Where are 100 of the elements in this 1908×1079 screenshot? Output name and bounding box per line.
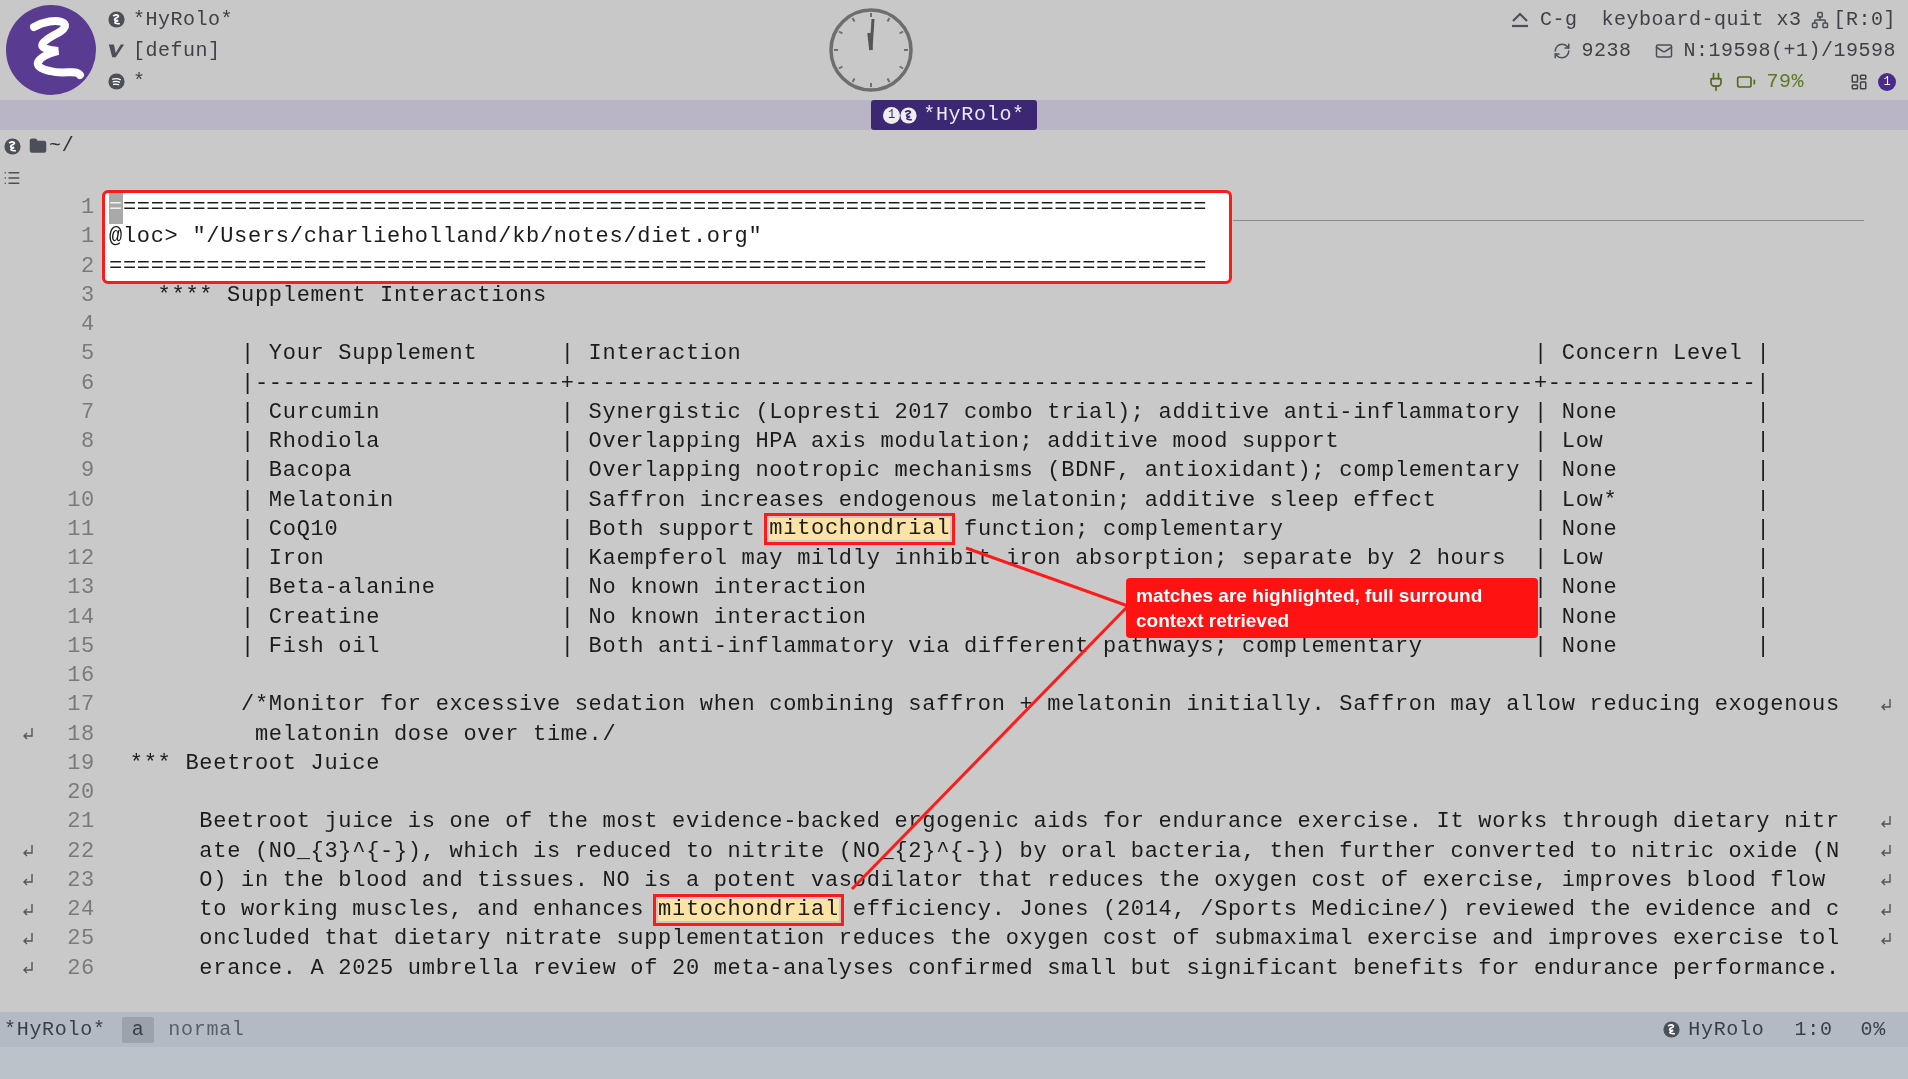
- clock-icon: [828, 7, 915, 93]
- line-number: 7: [80, 398, 95, 427]
- text-line: | Both support: [560, 515, 757, 544]
- line-number: 19: [66, 749, 95, 778]
- text-line: | None: [1534, 515, 1618, 544]
- text-line: melatonin dose over time./: [254, 720, 617, 749]
- line-number: 14: [66, 603, 95, 632]
- text-line: | Kaempferol may mildly inhibit iron absorption; separate by 2 hours: [560, 545, 1507, 574]
- key-sequence: C-g: [1539, 6, 1578, 33]
- emacs-icon: [4, 137, 21, 155]
- line-number: 26: [66, 954, 95, 983]
- folder-icon: [29, 137, 47, 155]
- v-icon: [108, 42, 125, 59]
- line-number: 21: [66, 808, 95, 837]
- text-line: |----------------------+---------------------------------------------------------------------+---------------|: [241, 369, 1771, 398]
- text-line: | Synergistic (Lopresti 2017 combo trial); additive anti-inflammatory | None: [560, 398, 1618, 427]
- editor-state: normal: [168, 1016, 245, 1043]
- sync-icon: [1553, 41, 1572, 60]
- text-line: ==============================================================================: [122, 194, 1208, 223]
- line-number: 17: [66, 691, 95, 720]
- text-line: | Low*: [1533, 486, 1618, 515]
- sync-count: 9238: [1581, 37, 1632, 64]
- text-line: | Interaction: [560, 340, 742, 369]
- scroll-percent: 0%: [1860, 1016, 1886, 1043]
- branch-icon: [1811, 10, 1830, 29]
- buffer-name: *HyRolo*: [3, 1016, 107, 1043]
- text-line: | No known interaction: [560, 603, 867, 632]
- line-number: 13: [66, 574, 95, 603]
- line-number: 2: [80, 252, 95, 281]
- text-line: @loc> "/Users/charlieholland/kb/notes/diet.org": [109, 223, 763, 252]
- mail-count: N:19598(+1)/19598: [1683, 37, 1896, 64]
- text-line: | Rhodiola: [241, 428, 381, 457]
- text-line: | Beta-alanine: [241, 574, 436, 603]
- text-line: | Melatonin: [241, 486, 394, 515]
- line-number: 6: [80, 369, 95, 398]
- line-number: 22: [66, 837, 95, 866]
- text-line: | Creatine: [241, 603, 381, 632]
- emacs-icon: [1663, 1021, 1681, 1038]
- line-number: 4: [80, 311, 95, 340]
- last-command: keyboard-quit x3: [1601, 6, 1802, 33]
- line-number: 10: [66, 486, 95, 515]
- text-line: | Low: [1533, 428, 1604, 457]
- text-line: erance. A 2025 umbrella review of 20 meta-analyses confirmed small but significant benefits for endurance performance.: [199, 954, 1840, 983]
- text-line: |: [1756, 603, 1771, 632]
- text-cursor: =: [109, 191, 123, 225]
- cursor-position: 1:0: [1794, 1016, 1833, 1043]
- state-indicator: a: [121, 1016, 155, 1043]
- text-line: | Fish oil: [241, 632, 381, 661]
- text-line: efficiency. Jones (2014, /Sports Medicine/) reviewed the evidence and c: [851, 896, 1840, 925]
- header-text: *: [133, 68, 146, 95]
- header-text: [defun]: [133, 37, 221, 64]
- callout-label: matches are highlighted, full surround context retrieved: [1126, 578, 1538, 638]
- emacs-icon: [108, 11, 125, 28]
- line-number: 1: [80, 194, 95, 223]
- text-line: /*Monitor for excessive sedation when combining saffron + melatonin initially. Saffron may allow reducing exogenous: [241, 691, 1840, 720]
- repo-status: [R:0]: [1833, 6, 1896, 33]
- line-number: 20: [66, 779, 95, 808]
- music-icon: [108, 73, 125, 90]
- text-line: oncluded that dietary nitrate supplementation reduces the oxygen cost of submaximal exercise and improves exercise tol: [199, 925, 1840, 954]
- text-line: | Concern Level |: [1533, 340, 1771, 369]
- text-line: | Bacopa: [241, 457, 353, 486]
- line-number: 12: [66, 545, 95, 574]
- text-line: ===============================================================================: [109, 252, 1208, 281]
- text-line: **** Supplement Interactions: [157, 281, 547, 310]
- text-line: |: [1756, 632, 1771, 661]
- line-number: 23: [66, 866, 95, 895]
- mail-icon: [1655, 41, 1674, 60]
- text-line: | Overlapping nootropic mechanisms (BDNF, antioxidant); complementary | None: [560, 457, 1618, 486]
- text-line: |: [1756, 486, 1771, 515]
- text-line: function; complementary: [962, 515, 1284, 544]
- text-line: |: [1756, 545, 1771, 574]
- emacs-icon: [900, 106, 918, 124]
- major-mode: HyRolo: [1688, 1016, 1765, 1043]
- text-line: |: [1756, 457, 1771, 486]
- tab-number-badge: 1: [883, 106, 901, 124]
- text-line: | Low: [1533, 545, 1604, 574]
- battery-level: 79%: [1766, 68, 1804, 95]
- text-line: | Your Supplement: [241, 340, 478, 369]
- line-number: 8: [80, 428, 95, 457]
- header-text: *HyRolo*: [133, 6, 233, 33]
- text-line: |: [1756, 574, 1771, 603]
- line-number: 5: [80, 340, 95, 369]
- text-line: | Iron: [241, 545, 325, 574]
- text-line: | Curcumin: [241, 398, 381, 427]
- text-line: |: [1756, 428, 1771, 457]
- text-line: | CoQ10: [241, 515, 339, 544]
- line-number: 9: [80, 457, 95, 486]
- eject-icon: [1509, 11, 1530, 28]
- text-line: |: [1756, 398, 1771, 427]
- text-line: |: [1756, 515, 1771, 544]
- line-number: 24: [66, 896, 95, 925]
- workspace-icon: [1850, 72, 1868, 91]
- line-number: 18: [66, 720, 95, 749]
- text-line: *** Beetroot Juice: [129, 749, 381, 778]
- text-line: | Saffron increases endogenous melatonin; additive sleep effect: [560, 486, 1437, 515]
- text-line: | No known interaction: [560, 574, 867, 603]
- line-number: 3: [80, 281, 95, 310]
- line-number: 15: [66, 632, 95, 661]
- line-number: 25: [66, 925, 95, 954]
- buffer-tab[interactable]: 1 *HyRolo*: [871, 100, 1037, 130]
